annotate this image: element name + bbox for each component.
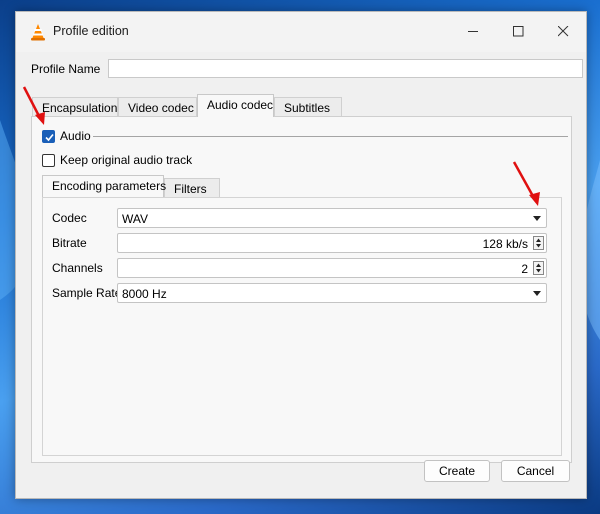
bitrate-value: 128 kb/s xyxy=(482,237,528,251)
channels-stepper[interactable] xyxy=(533,261,544,275)
profile-name-input[interactable] xyxy=(108,59,583,78)
profile-name-label: Profile Name xyxy=(31,62,101,76)
sample-rate-select[interactable]: 8000 Hz xyxy=(117,283,547,303)
group-divider xyxy=(93,136,568,137)
tab-filters[interactable]: Filters xyxy=(164,178,220,197)
keep-original-checkbox[interactable] xyxy=(42,154,55,167)
audio-checkbox[interactable] xyxy=(42,130,55,143)
audio-codec-panel: Audio Keep original audio track Encoding… xyxy=(31,116,572,463)
keep-original-label: Keep original audio track xyxy=(60,153,193,167)
tab-subtitles[interactable]: Subtitles xyxy=(274,97,342,117)
codec-value: WAV xyxy=(122,212,148,226)
bitrate-stepper[interactable] xyxy=(533,236,544,250)
channels-row: Channels 2 xyxy=(52,258,557,278)
title-bar: Profile edition xyxy=(16,12,586,52)
sample-rate-value: 8000 Hz xyxy=(122,287,167,301)
bitrate-label: Bitrate xyxy=(52,236,87,250)
close-icon xyxy=(557,25,568,36)
codec-label: Codec xyxy=(52,211,87,225)
minimize-icon xyxy=(467,30,478,32)
maximize-button[interactable] xyxy=(495,12,541,50)
encoding-parameters-panel: Codec WAV Bitrate 128 kb/s Channels 2 Sa… xyxy=(42,197,562,456)
audio-group-header: Audio xyxy=(42,129,568,145)
cancel-button[interactable]: Cancel xyxy=(501,460,570,482)
codec-select[interactable]: WAV xyxy=(117,208,547,228)
checkmark-icon xyxy=(45,133,54,142)
bitrate-spinbox[interactable]: 128 kb/s xyxy=(117,233,547,253)
keep-original-row: Keep original audio track xyxy=(42,153,342,169)
chevron-down-icon xyxy=(533,216,541,221)
tab-audio-codec[interactable]: Audio codec xyxy=(197,94,274,117)
channels-spinbox[interactable]: 2 xyxy=(117,258,547,278)
profile-name-row: Profile Name xyxy=(29,59,583,79)
channels-value: 2 xyxy=(521,262,528,276)
profile-edition-window: Profile edition Profile Name Encapsulati… xyxy=(15,11,587,499)
audio-checkbox-label: Audio xyxy=(60,129,91,143)
bitrate-row: Bitrate 128 kb/s xyxy=(52,233,557,253)
window-title: Profile edition xyxy=(53,24,129,38)
sample-rate-row: Sample Rate 8000 Hz xyxy=(52,283,557,303)
maximize-icon xyxy=(512,25,523,36)
channels-label: Channels xyxy=(52,261,103,275)
tab-video-codec[interactable]: Video codec xyxy=(118,97,197,117)
chevron-down-icon xyxy=(533,291,541,296)
tab-encapsulation[interactable]: Encapsulation xyxy=(32,97,118,117)
spin-down-icon[interactable] xyxy=(535,268,542,274)
codec-row: Codec WAV xyxy=(52,208,557,228)
close-button[interactable] xyxy=(540,12,586,50)
create-button[interactable]: Create xyxy=(424,460,490,482)
minimize-button[interactable] xyxy=(450,12,496,50)
tab-encoding-parameters[interactable]: Encoding parameters xyxy=(42,175,166,197)
sample-rate-label: Sample Rate xyxy=(52,286,122,300)
spin-down-icon[interactable] xyxy=(535,243,542,249)
vlc-cone-icon xyxy=(31,24,45,41)
